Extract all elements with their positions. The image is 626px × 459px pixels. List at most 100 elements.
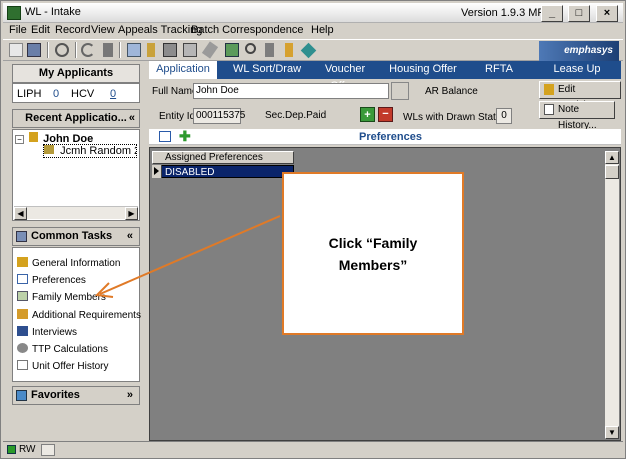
attach-icon[interactable] xyxy=(201,41,219,59)
task-general-information[interactable]: General Information xyxy=(17,257,120,270)
save-icon[interactable] xyxy=(27,43,41,57)
favorites-icon xyxy=(16,390,27,401)
close-button[interactable]: × xyxy=(596,5,618,22)
scroll-left-button[interactable]: ◀ xyxy=(14,207,27,220)
menu-view[interactable]: View xyxy=(91,24,115,36)
person-icon xyxy=(29,132,39,142)
person-icon xyxy=(17,257,28,267)
task-label: Additional Requirements xyxy=(32,310,141,321)
add-preference-icon[interactable]: ✚ xyxy=(179,129,191,143)
ar-balance-label: AR Balance xyxy=(425,86,478,97)
my-applicants-header[interactable]: My Applicants xyxy=(12,64,140,83)
recent-applications-title: Recent Applicatio... xyxy=(25,112,127,124)
refresh-icon[interactable] xyxy=(81,43,95,57)
user-icon[interactable] xyxy=(265,43,274,57)
hcv-count[interactable]: 0 xyxy=(110,88,116,100)
menu-batch-correspondence[interactable]: Batch Correspondence xyxy=(191,24,304,36)
new-icon[interactable] xyxy=(9,43,23,57)
favorites-header[interactable]: Favorites » xyxy=(12,386,140,405)
menu-help[interactable]: Help xyxy=(311,24,334,36)
edit-participant-button[interactable]: Edit Participant xyxy=(539,81,621,111)
horizontal-scrollbar[interactable]: ◀ ▶ xyxy=(14,206,138,220)
emphasys-logo: emphasys xyxy=(539,41,619,61)
delete-icon[interactable] xyxy=(103,43,113,57)
scroll-thumb[interactable] xyxy=(605,165,619,179)
menu-bar: File Edit Record View Appeals Tracking B… xyxy=(3,23,623,39)
task-label: TTP Calculations xyxy=(32,344,108,355)
tab-housing-offer[interactable]: Housing Offer xyxy=(387,61,459,79)
scroll-down-button[interactable]: ▼ xyxy=(605,426,619,439)
task-label: Family Members xyxy=(32,292,106,303)
task-preferences[interactable]: Preferences xyxy=(17,274,86,287)
table-row[interactable]: DISABLED xyxy=(152,165,294,178)
task-ttp-calculations[interactable]: TTP Calculations xyxy=(17,343,108,356)
window-title: WL - Intake xyxy=(25,6,81,18)
task-interviews[interactable]: Interviews xyxy=(17,326,77,339)
tab-lease-up[interactable]: Lease Up xyxy=(547,61,607,79)
collapse-tasks-icon[interactable]: « xyxy=(127,228,133,245)
alert-icon[interactable] xyxy=(285,43,293,57)
common-tasks-list: General Information Preferences Family M… xyxy=(12,247,141,382)
task-label: Preferences xyxy=(32,275,86,286)
preferences-title: Preferences xyxy=(359,131,422,143)
task-additional-requirements[interactable]: Additional Requirements xyxy=(17,309,141,322)
minimize-button[interactable]: _ xyxy=(541,5,563,22)
tree-node-application[interactable]: Jcmh Random 2009 xyxy=(43,144,137,158)
remove-icon[interactable]: − xyxy=(378,107,393,122)
application-icon xyxy=(44,145,54,154)
callout-text-line-2: Members” xyxy=(338,257,408,273)
print-icon[interactable] xyxy=(163,43,177,57)
recent-applications-tree: − John Doe Jcmh Random 2009 ◀ ▶ xyxy=(12,129,140,221)
title-bar: WL - Intake Version 1.9.3 MR1 _ □ × xyxy=(3,3,623,23)
tree-application-label: Jcmh Random 2009 xyxy=(60,145,136,157)
maximize-button[interactable]: □ xyxy=(568,5,590,22)
collapse-icon[interactable]: « xyxy=(129,110,135,127)
add-icon[interactable]: + xyxy=(360,107,375,122)
navigate-icon[interactable] xyxy=(300,42,317,59)
applicant-form: Full Name John Doe AR Balance Entity Id … xyxy=(149,79,621,131)
status-indicator-icon xyxy=(7,445,16,454)
menu-file[interactable]: File xyxy=(9,24,27,36)
full-name-field[interactable]: John Doe xyxy=(193,83,389,99)
copy-icon[interactable] xyxy=(183,43,197,57)
preferences-toolbar: ✚ Preferences xyxy=(149,129,621,145)
toolbar-separator xyxy=(75,42,77,58)
tree-expand-icon[interactable]: − xyxy=(15,135,24,144)
assigned-preferences-column-header[interactable]: Assigned Preferences xyxy=(152,151,294,164)
calculator-icon[interactable] xyxy=(127,43,141,57)
wls-drawn-field[interactable]: 0 xyxy=(496,108,512,124)
scroll-right-button[interactable]: ▶ xyxy=(125,207,138,220)
find-icon[interactable] xyxy=(245,43,256,54)
tasks-icon xyxy=(16,231,27,242)
info-icon[interactable] xyxy=(147,43,155,57)
report-icon[interactable] xyxy=(225,43,239,57)
app-icon xyxy=(7,6,21,20)
entity-id-field[interactable]: 000115375 xyxy=(193,108,245,124)
liph-count[interactable]: 0 xyxy=(53,88,59,100)
menu-record[interactable]: Record xyxy=(55,24,90,36)
toolbar xyxy=(3,39,623,61)
scroll-up-button[interactable]: ▲ xyxy=(605,151,619,164)
note-history-button[interactable]: Note History... xyxy=(539,101,615,131)
tab-application[interactable]: Application xyxy=(149,61,217,79)
menu-edit[interactable]: Edit xyxy=(31,24,50,36)
applicant-counts: LIPH 0 HCV 0 xyxy=(12,83,140,103)
tab-rfta[interactable]: RFTA xyxy=(475,61,523,79)
task-label: Interviews xyxy=(32,327,78,338)
toolbar-separator xyxy=(119,42,121,58)
recent-applications-header[interactable]: Recent Applicatio... « xyxy=(12,109,140,128)
version-label: Version 1.9.3 MR1 xyxy=(461,7,552,19)
lookup-icon[interactable] xyxy=(391,82,409,100)
tab-strip: Application WL Sort/Draw Voucher Offers … xyxy=(149,61,621,92)
task-unit-offer-history[interactable]: Unit Offer History xyxy=(17,360,109,373)
tab-wl-sort-draw[interactable]: WL Sort/Draw xyxy=(227,61,307,79)
expand-favorites-icon[interactable]: » xyxy=(127,387,133,404)
menu-appeals-tracking[interactable]: Appeals Tracking xyxy=(118,24,202,36)
sec-dep-paid-label: Sec.Dep.Paid xyxy=(265,110,327,121)
common-tasks-header[interactable]: Common Tasks « xyxy=(12,227,140,246)
search-icon[interactable] xyxy=(55,43,69,57)
tab-voucher-offers[interactable]: Voucher Offers xyxy=(309,61,381,92)
list-view-icon[interactable] xyxy=(159,131,171,142)
task-family-members[interactable]: Family Members xyxy=(17,291,106,304)
vertical-scrollbar[interactable]: ▲ ▼ xyxy=(605,151,619,439)
